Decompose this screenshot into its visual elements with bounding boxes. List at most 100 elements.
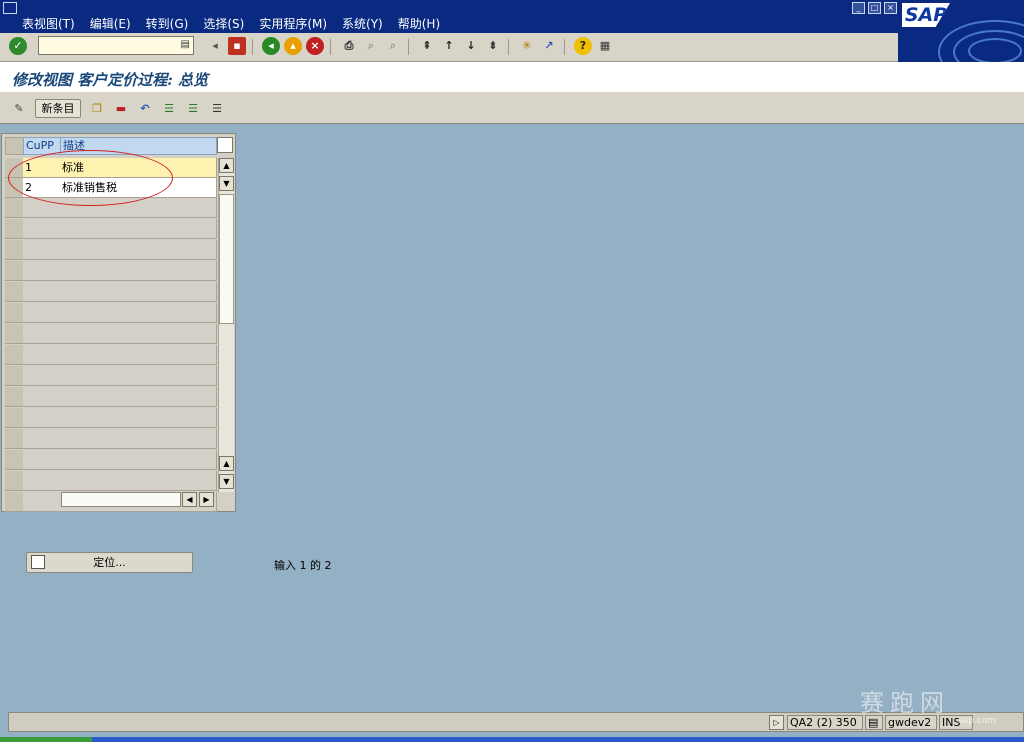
find-next-icon[interactable]: ⌕ — [384, 37, 402, 55]
horizontal-scrollbar[interactable] — [61, 492, 181, 507]
status-system[interactable]: QA2 (2) 350 — [787, 715, 863, 730]
table-row-description[interactable]: 标准销售税 — [60, 178, 217, 198]
layout-menu-icon[interactable]: ▦ — [596, 37, 614, 55]
enter-check-icon[interactable]: ✓ — [9, 37, 27, 55]
create-session-icon[interactable]: ✳ — [518, 37, 536, 55]
table-row-code[interactable]: 2 — [23, 178, 61, 198]
new-entries-button[interactable]: 新条目 — [35, 99, 81, 118]
command-dropdown-icon[interactable]: ▤ — [181, 39, 190, 50]
menu-selection[interactable]: 选择(S) — [203, 15, 244, 32]
row-selector[interactable] — [5, 282, 24, 302]
delete-icon[interactable]: ▬ — [112, 100, 130, 118]
row-selector[interactable] — [5, 450, 24, 470]
empty-cell[interactable] — [23, 492, 61, 512]
table-row-description[interactable]: 标准 — [60, 158, 217, 178]
scroll-page-up-icon[interactable]: ▲ — [219, 456, 234, 471]
row-selector[interactable] — [5, 198, 24, 218]
empty-cell[interactable] — [60, 303, 217, 323]
shortcut-icon[interactable]: ↗ — [540, 37, 558, 55]
scroll-left-icon[interactable]: ◀ — [182, 492, 197, 507]
row-selector[interactable] — [5, 492, 24, 512]
last-page-icon[interactable]: ⇟ — [484, 37, 502, 55]
table-settings-icon[interactable] — [217, 137, 233, 153]
empty-cell[interactable] — [23, 471, 61, 491]
maximize-icon[interactable]: □ — [868, 2, 881, 14]
back-icon[interactable]: ◂ — [262, 37, 280, 55]
empty-cell[interactable] — [60, 240, 217, 260]
menu-utilities[interactable]: 实用程序(M) — [259, 15, 327, 32]
command-field[interactable]: ▤ — [38, 36, 194, 55]
scroll-page-down-icon[interactable]: ▼ — [219, 474, 234, 489]
menu-table-view[interactable]: 表视图(T) — [22, 15, 75, 32]
empty-cell[interactable] — [60, 345, 217, 365]
row-selector[interactable] — [5, 345, 24, 365]
scroll-down-icon[interactable]: ▼ — [219, 176, 234, 191]
empty-cell[interactable] — [23, 450, 61, 470]
column-header-cupp[interactable]: CuPP — [23, 137, 61, 155]
scroll-right-icon[interactable]: ▶ — [199, 492, 214, 507]
menu-goto[interactable]: 转到(G) — [146, 15, 189, 32]
empty-cell[interactable] — [60, 198, 217, 218]
empty-cell[interactable] — [60, 408, 217, 428]
first-page-icon[interactable]: ⇞ — [418, 37, 436, 55]
empty-cell[interactable] — [60, 219, 217, 239]
empty-cell[interactable] — [60, 366, 217, 386]
copy-icon[interactable]: ❐ — [88, 100, 106, 118]
empty-cell[interactable] — [60, 282, 217, 302]
select-all-rows-cell[interactable] — [5, 137, 24, 155]
empty-cell[interactable] — [23, 429, 61, 449]
position-button[interactable]: 定位... — [26, 552, 193, 573]
row-selector[interactable] — [5, 471, 24, 491]
row-selector[interactable] — [5, 366, 24, 386]
empty-cell[interactable] — [60, 429, 217, 449]
select-all-icon[interactable]: ☰ — [160, 100, 178, 118]
start-button[interactable] — [0, 737, 92, 742]
row-selector[interactable] — [5, 158, 24, 178]
row-selector[interactable] — [5, 387, 24, 407]
close-icon[interactable]: × — [884, 2, 897, 14]
menu-help[interactable]: 帮助(H) — [398, 15, 440, 32]
system-menu-icon[interactable] — [3, 2, 17, 14]
scrollbar-thumb[interactable] — [219, 194, 234, 324]
menu-system[interactable]: 系统(Y) — [342, 15, 383, 32]
next-page-icon[interactable]: ↓ — [462, 37, 480, 55]
empty-cell[interactable] — [60, 471, 217, 491]
undo-change-icon[interactable]: ↶ — [136, 100, 154, 118]
empty-cell[interactable] — [60, 261, 217, 281]
deselect-all-icon[interactable]: ☰ — [208, 100, 226, 118]
display-change-icon[interactable]: ✎ — [10, 100, 28, 118]
empty-cell[interactable] — [23, 282, 61, 302]
empty-cell[interactable] — [23, 240, 61, 260]
empty-cell[interactable] — [23, 408, 61, 428]
row-selector[interactable] — [5, 219, 24, 239]
empty-cell[interactable] — [23, 261, 61, 281]
row-selector[interactable] — [5, 429, 24, 449]
cancel-icon[interactable]: × — [306, 37, 324, 55]
row-selector[interactable] — [5, 408, 24, 428]
select-block-icon[interactable]: ☰ — [184, 100, 202, 118]
minimize-icon[interactable]: _ — [852, 2, 865, 14]
empty-cell[interactable] — [23, 198, 61, 218]
row-selector[interactable] — [5, 240, 24, 260]
empty-cell[interactable] — [23, 366, 61, 386]
empty-cell[interactable] — [60, 387, 217, 407]
table-row-code[interactable]: 1 — [23, 158, 61, 178]
row-selector[interactable] — [5, 324, 24, 344]
empty-cell[interactable] — [60, 450, 217, 470]
empty-cell[interactable] — [23, 345, 61, 365]
save-icon[interactable]: ▪ — [228, 37, 246, 55]
row-selector[interactable] — [5, 261, 24, 281]
back-arrow-icon[interactable]: ◂ — [206, 37, 224, 55]
scroll-up-icon[interactable]: ▲ — [219, 158, 234, 173]
column-header-description[interactable]: 描述 — [60, 137, 217, 155]
empty-cell[interactable] — [23, 324, 61, 344]
vertical-scrollbar[interactable]: ▲ ▼ ▲ ▼ — [218, 158, 234, 492]
empty-cell[interactable] — [23, 387, 61, 407]
exit-icon[interactable]: ▴ — [284, 37, 302, 55]
row-selector[interactable] — [5, 303, 24, 323]
previous-page-icon[interactable]: ↑ — [440, 37, 458, 55]
row-selector[interactable] — [5, 178, 24, 198]
menu-edit[interactable]: 编辑(E) — [90, 15, 131, 32]
find-icon[interactable]: ⌕ — [362, 37, 380, 55]
empty-cell[interactable] — [60, 324, 217, 344]
